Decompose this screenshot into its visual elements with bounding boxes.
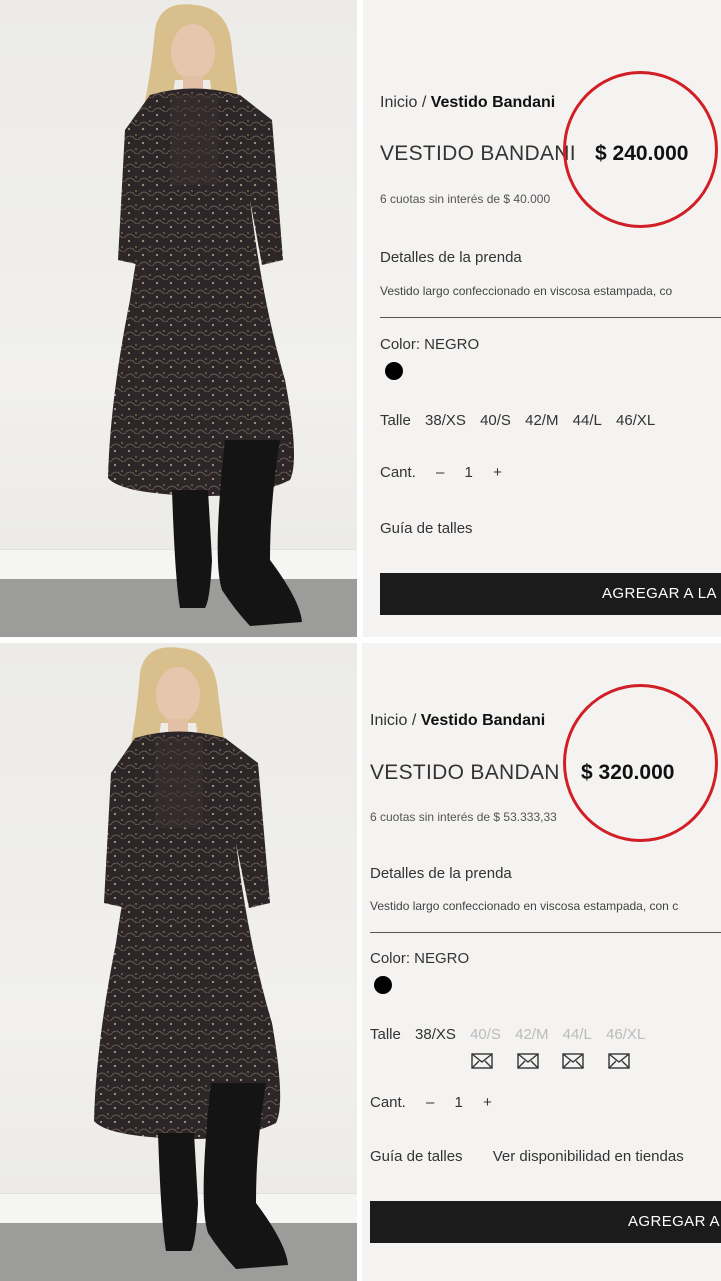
envelope-icon[interactable] [608,1053,630,1069]
product-price: $ 320.000 [581,761,675,784]
add-to-cart-button[interactable]: AGREGAR A LA [380,573,721,615]
envelope-icon[interactable] [471,1053,493,1069]
product-title: VESTIDO BANDANI [380,142,576,165]
size-option-46-xl[interactable]: 46/XL [616,412,655,429]
size-option-44-l[interactable]: 44/L [573,412,602,429]
breadcrumb-current: Vestido Bandani [430,94,556,111]
quantity-label: Cant. [380,464,416,481]
details-divider [380,317,721,318]
color-label: Color: NEGRO [380,336,480,353]
quantity-stepper: Cant. – 1 + [370,1094,508,1111]
breadcrumb-separator: / [411,712,417,729]
quantity-stepper: Cant. – 1 + [380,464,518,481]
size-selector: Talle 38/XS 40/S 42/M 44/L 46/XL [370,1026,655,1043]
breadcrumb-separator: / [421,94,427,111]
model-figure [94,647,288,1269]
breadcrumb-home-link[interactable]: Inicio [380,94,417,111]
installments-text: 6 cuotas sin interés de $ 40.000 [380,192,551,206]
color-label: Color: NEGRO [370,950,470,967]
product-title: VESTIDO BANDAN [370,761,560,784]
breadcrumb-home-link[interactable]: Inicio [370,712,407,729]
screenshot-panel-bottom: Inicio / Vestido Bandani VESTIDO BANDAN … [0,643,721,1281]
size-guide-link[interactable]: Guía de talles [370,1148,463,1165]
quantity-label: Cant. [370,1094,406,1111]
breadcrumb-current: Vestido Bandani [420,712,546,729]
size-option-42-m[interactable]: 42/M [515,1026,548,1043]
product-links: Guía de talles [380,520,499,537]
product-photo [0,643,357,1281]
add-to-cart-button[interactable]: AGREGAR A [370,1201,721,1243]
size-label: Talle [370,1026,401,1043]
size-option-40-s[interactable]: 40/S [480,412,511,429]
details-description: Vestido largo confeccionado en viscosa e… [380,284,673,298]
envelope-icon[interactable] [517,1053,539,1069]
details-heading: Detalles de la prenda [370,865,512,882]
color-swatch-black[interactable] [385,362,403,380]
product-photo [0,0,357,637]
quantity-value: 1 [464,464,473,481]
size-option-42-m[interactable]: 42/M [525,412,558,429]
product-info: Inicio / Vestido Bandani VESTIDO BANDAN … [362,643,721,1281]
quantity-minus-button[interactable]: – [436,464,444,481]
details-divider [370,932,721,933]
envelope-icon[interactable] [562,1053,584,1069]
size-option-40-s[interactable]: 40/S [470,1026,501,1043]
quantity-plus-button[interactable]: + [483,1094,492,1111]
size-option-38-xs[interactable]: 38/XS [425,412,466,429]
details-description: Vestido largo confeccionado en viscosa e… [370,899,679,913]
model-figure [108,4,302,626]
installments-text: 6 cuotas sin interés de $ 53.333,33 [370,810,557,824]
size-selector: Talle 38/XS 40/S 42/M 44/L 46/XL [380,412,665,429]
breadcrumb: Inicio / Vestido Bandani [370,712,545,730]
size-option-38-xs[interactable]: 38/XS [415,1026,456,1043]
product-info: Inicio / Vestido Bandani VESTIDO BANDANI… [363,0,721,637]
quantity-minus-button[interactable]: – [426,1094,434,1111]
size-label: Talle [380,412,411,429]
quantity-plus-button[interactable]: + [493,464,502,481]
details-heading: Detalles de la prenda [380,249,522,266]
color-swatch-black[interactable] [374,976,392,994]
screenshot-panel-top: Inicio / Vestido Bandani VESTIDO BANDANI… [0,0,721,637]
store-availability-link[interactable]: Ver disponibilidad en tiendas [493,1148,684,1165]
quantity-value: 1 [454,1094,463,1111]
product-links: Guía de talles Ver disponibilidad en tie… [370,1148,710,1165]
breadcrumb: Inicio / Vestido Bandani [380,94,555,112]
size-guide-link[interactable]: Guía de talles [380,520,473,537]
size-option-46-xl[interactable]: 46/XL [606,1026,645,1043]
size-option-44-l[interactable]: 44/L [563,1026,592,1043]
product-price: $ 240.000 [595,142,689,165]
